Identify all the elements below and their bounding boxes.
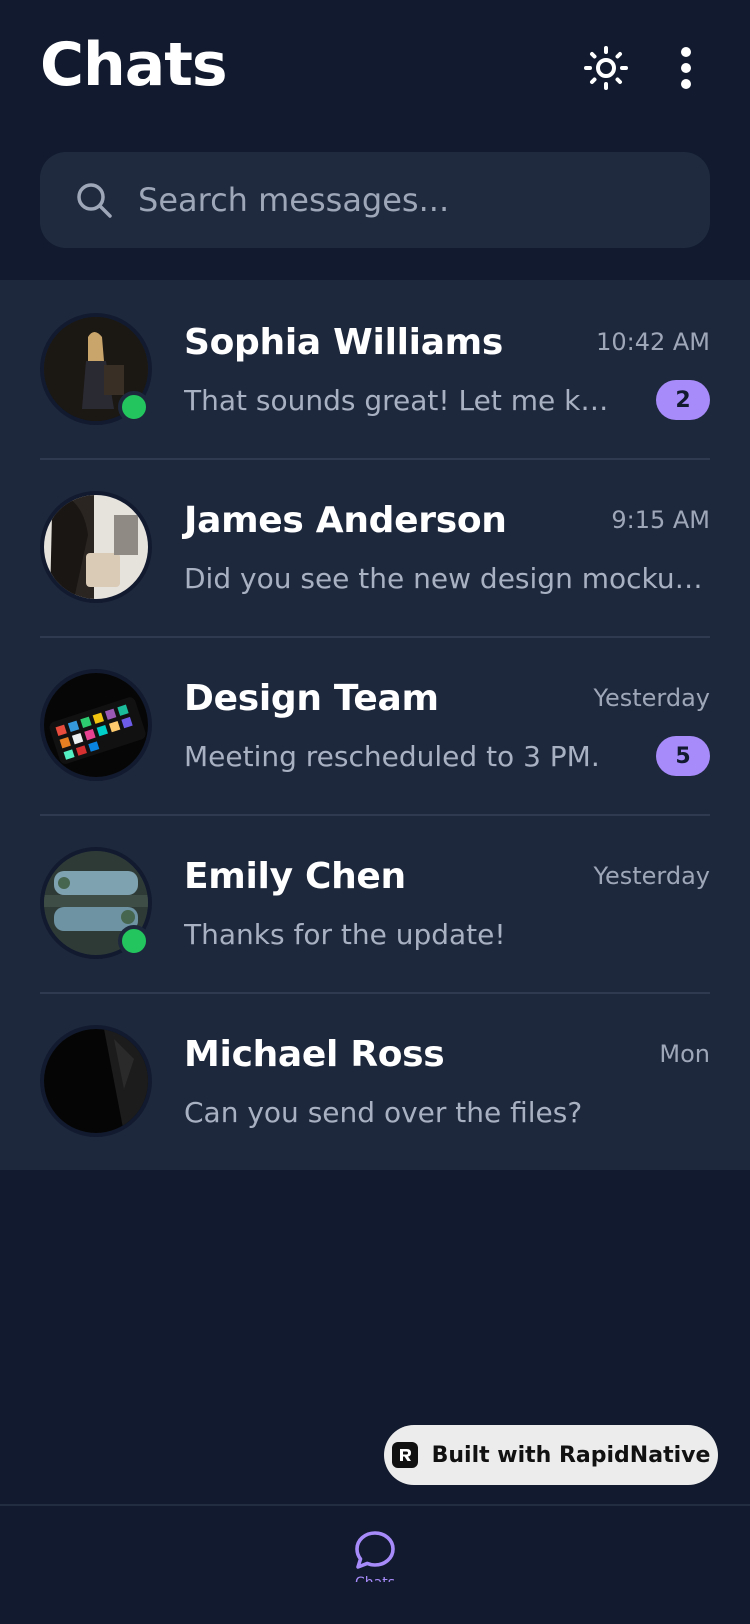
contact-name: Emily Chen (184, 856, 406, 897)
contact-name: James Anderson (184, 500, 507, 541)
message-time: 9:15 AM (611, 506, 710, 534)
avatar (40, 669, 152, 781)
message-preview: That sounds great! Let me know when you'… (184, 384, 624, 417)
chat-row-emily-chen[interactable]: Emily Chen Yesterday Thanks for the upda… (0, 814, 750, 992)
avatar (40, 491, 152, 603)
unread-badge: 2 (656, 380, 710, 420)
contact-name: Sophia Williams (184, 322, 504, 363)
message-preview: Can you send over the files? (184, 1096, 583, 1129)
message-preview: Did you see the new design mockups? (184, 562, 704, 595)
chat-bubble-icon (355, 1531, 395, 1569)
chat-list: Sophia Williams 10:42 AM That sounds gre… (0, 280, 750, 1170)
bottom-tab-bar: Chats (0, 1504, 750, 1624)
rapidnative-logo-icon (391, 1442, 418, 1468)
avatar (40, 313, 152, 425)
tab-chats[interactable]: Chats (343, 1528, 407, 1608)
chat-row-design-team[interactable]: Design Team Yesterday Meeting reschedule… (0, 636, 750, 814)
more-options-button[interactable] (662, 44, 710, 92)
search-bar[interactable] (40, 152, 710, 248)
avatar (40, 1025, 152, 1137)
contact-name: Michael Ross (184, 1034, 445, 1075)
online-indicator (118, 391, 150, 423)
message-time: Yesterday (593, 862, 710, 890)
built-with-rapidnative-button[interactable]: Built with RapidNative (384, 1425, 718, 1485)
chat-row-michael-ross[interactable]: Michael Ross Mon Can you send over the f… (0, 992, 750, 1170)
message-time: Yesterday (593, 684, 710, 712)
message-time: 10:42 AM (596, 328, 710, 356)
app-header: Chats (0, 0, 750, 140)
contact-name: Design Team (184, 678, 439, 719)
chat-row-james-anderson[interactable]: James Anderson 9:15 AM Did you see the n… (0, 458, 750, 636)
unread-badge: 5 (656, 736, 710, 776)
message-preview: Meeting rescheduled to 3 PM. (184, 740, 600, 773)
message-preview: Thanks for the update! (184, 918, 506, 951)
search-input[interactable] (138, 181, 710, 219)
tab-chats-label: Chats (355, 1574, 395, 1582)
search-icon (74, 180, 114, 220)
avatar (40, 847, 152, 959)
built-with-label: Built with RapidNative (431, 1442, 711, 1468)
sun-icon (584, 46, 628, 90)
theme-toggle-button[interactable] (582, 44, 630, 92)
chat-row-sophia-williams[interactable]: Sophia Williams 10:42 AM That sounds gre… (0, 280, 750, 458)
online-indicator (118, 925, 150, 957)
page-title: Chats (40, 30, 228, 100)
more-vertical-icon (681, 47, 691, 89)
message-time: Mon (659, 1040, 710, 1068)
